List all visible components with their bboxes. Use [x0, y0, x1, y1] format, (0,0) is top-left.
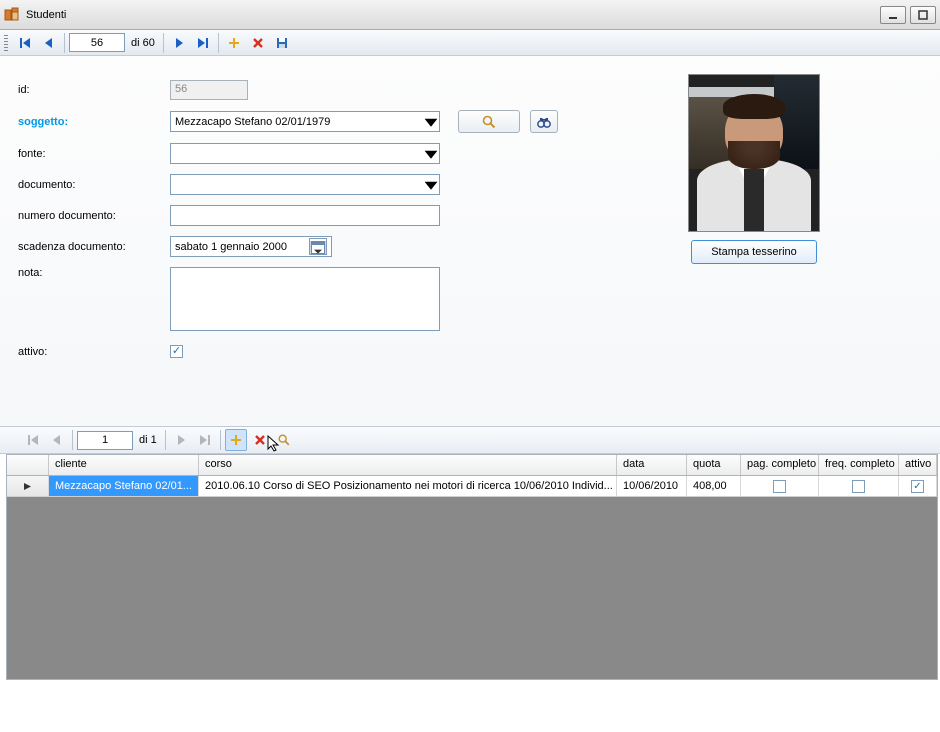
- minimize-button[interactable]: [880, 6, 906, 24]
- maximize-button[interactable]: [910, 6, 936, 24]
- cell-data[interactable]: 10/06/2010: [617, 476, 687, 496]
- grid-row[interactable]: Mezzacapo Stefano 02/01... 2010.06.10 Co…: [7, 476, 937, 497]
- attivo-checkbox[interactable]: [170, 345, 183, 358]
- student-photo: [688, 74, 820, 232]
- soggetto-value: Mezzacapo Stefano 02/01/1979: [175, 116, 423, 128]
- studenti-window: Studenti di 60 id: 56 soggetto:: [0, 0, 940, 732]
- search-button[interactable]: [458, 110, 520, 133]
- nav-next-button[interactable]: [168, 32, 190, 54]
- grid-header-row: cliente corso data quota pag. completo f…: [7, 455, 937, 476]
- soggetto-combo[interactable]: Mezzacapo Stefano 02/01/1979: [170, 111, 440, 132]
- stampa-tesserino-label: Stampa tesserino: [711, 246, 797, 258]
- grid-header-quota[interactable]: quota: [687, 455, 741, 475]
- documento-label: documento:: [18, 179, 170, 191]
- grid-nav-of-label: di 1: [139, 434, 157, 446]
- dropdown-icon: [423, 177, 439, 192]
- fonte-label: fonte:: [18, 148, 170, 160]
- binoculars-button[interactable]: [530, 110, 558, 133]
- cell-corso[interactable]: 2010.06.10 Corso di SEO Posizionamento n…: [199, 476, 617, 496]
- attivo-label: attivo:: [18, 346, 170, 358]
- nav-prev-button[interactable]: [38, 32, 60, 54]
- grid-delete-button[interactable]: [249, 429, 271, 451]
- scadenza-documento-value: sabato 1 gennaio 2000: [175, 241, 309, 253]
- dropdown-icon: [423, 114, 439, 129]
- fonte-combo[interactable]: [170, 143, 440, 164]
- nav-position-input[interactable]: [69, 33, 125, 52]
- nav-last-button[interactable]: [192, 32, 214, 54]
- row-indicator-icon: [7, 476, 49, 496]
- grid-header-data[interactable]: data: [617, 455, 687, 475]
- documento-combo[interactable]: [170, 174, 440, 195]
- stampa-tesserino-button[interactable]: Stampa tesserino: [691, 240, 817, 264]
- numero-documento-input[interactable]: [170, 205, 440, 226]
- nota-textarea[interactable]: [170, 267, 440, 331]
- photo-panel: Stampa tesserino: [676, 74, 832, 264]
- cell-cliente[interactable]: Mezzacapo Stefano 02/01...: [49, 476, 199, 496]
- form-panel: id: 56 soggetto: Mezzacapo Stefano 02/01…: [0, 56, 940, 426]
- calendar-icon: [309, 238, 327, 255]
- delete-record-button[interactable]: [247, 32, 269, 54]
- scadenza-documento-datepicker[interactable]: sabato 1 gennaio 2000: [170, 236, 332, 257]
- cell-pag-completo[interactable]: [741, 476, 819, 496]
- grid-header-cliente[interactable]: cliente: [49, 455, 199, 475]
- grid-header-selector: [7, 455, 49, 475]
- scadenza-documento-label: scadenza documento:: [18, 241, 170, 253]
- toolbar-grip: [4, 35, 8, 51]
- cell-freq-completo[interactable]: [819, 476, 899, 496]
- grid-nav-first-button[interactable]: [22, 429, 44, 451]
- iscrizioni-grid[interactable]: cliente corso data quota pag. completo f…: [6, 454, 938, 680]
- id-field: 56: [170, 80, 248, 100]
- grid-search-button[interactable]: [273, 429, 295, 451]
- id-label: id:: [18, 84, 170, 96]
- soggetto-label: soggetto:: [18, 116, 170, 128]
- nav-first-button[interactable]: [14, 32, 36, 54]
- window-title: Studenti: [26, 9, 66, 21]
- nota-label: nota:: [18, 267, 170, 279]
- grid-header-corso[interactable]: corso: [199, 455, 617, 475]
- grid-header-pag-completo[interactable]: pag. completo: [741, 455, 819, 475]
- nav-of-label: di 60: [131, 37, 155, 49]
- title-bar: Studenti: [0, 0, 940, 30]
- grid-add-button[interactable]: [225, 429, 247, 451]
- add-record-button[interactable]: [223, 32, 245, 54]
- grid-nav-prev-button[interactable]: [46, 429, 68, 451]
- cell-quota[interactable]: 408,00: [687, 476, 741, 496]
- app-icon: [4, 7, 20, 23]
- grid-nav-next-button[interactable]: [170, 429, 192, 451]
- dropdown-icon: [423, 146, 439, 161]
- numero-documento-label: numero documento:: [18, 210, 170, 222]
- grid-header-freq-completo[interactable]: freq. completo: [819, 455, 899, 475]
- record-navigator-toolbar: di 60: [0, 30, 940, 56]
- grid-navigator-toolbar: di 1: [0, 426, 940, 454]
- grid-header-attivo[interactable]: attivo: [899, 455, 937, 475]
- grid-nav-last-button[interactable]: [194, 429, 216, 451]
- save-record-button[interactable]: [271, 32, 293, 54]
- grid-nav-position-input[interactable]: [77, 431, 133, 450]
- cell-attivo[interactable]: ✓: [899, 476, 937, 496]
